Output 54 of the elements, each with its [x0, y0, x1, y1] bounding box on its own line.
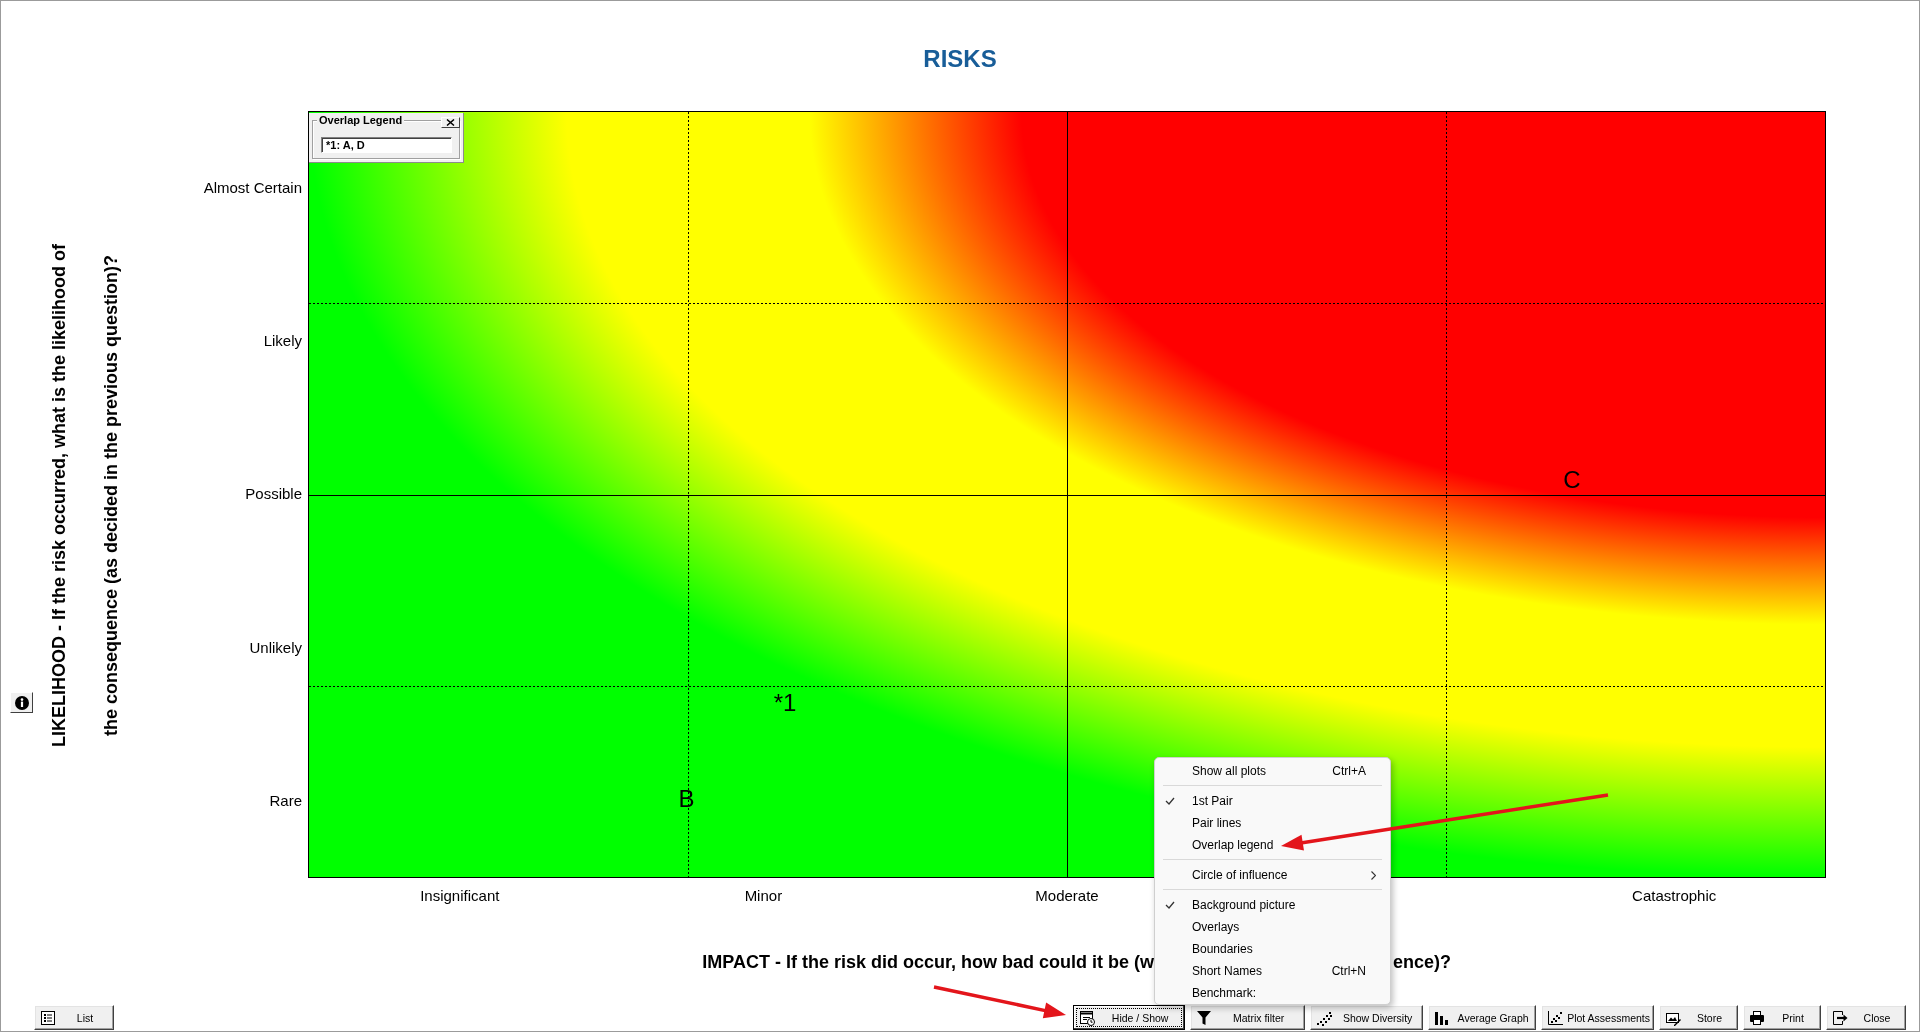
menu-item[interactable]: Background picture [1159, 894, 1386, 916]
plot-point-label: C [1563, 466, 1581, 493]
x-axis-label: Minor [744, 887, 783, 905]
y-axis-label: Possible [245, 485, 302, 504]
menu-item[interactable]: Overlap legend [1159, 834, 1386, 856]
menu-item[interactable]: Short Names Ctrl+N [1159, 960, 1386, 982]
scatter-plot-icon [1316, 1009, 1333, 1026]
list-icon [40, 1009, 56, 1026]
exit-icon [1832, 1009, 1848, 1026]
y-axis-label: Likely [263, 332, 302, 351]
menu-item[interactable]: Boundaries [1159, 938, 1386, 960]
shortcut-label: Ctrl+A [1331, 764, 1366, 778]
x-axis-label: Catastrophic [1632, 887, 1717, 905]
toolbar-button[interactable]: Show Diversity [1310, 1005, 1424, 1030]
menu-item[interactable]: Circle of influence [1159, 864, 1386, 886]
chevron-right-icon [1371, 871, 1376, 880]
window-clock-icon [1079, 1009, 1096, 1026]
menu-item[interactable]: Pair lines [1159, 812, 1386, 834]
menu-item[interactable]: 1st Pair [1159, 790, 1386, 812]
bar-chart-icon [1434, 1009, 1451, 1026]
close-button[interactable] [441, 117, 460, 128]
close-icon [446, 119, 455, 126]
legend-title: Overlap Legend [317, 113, 405, 127]
y-axis-label: Unlikely [249, 638, 302, 657]
check-icon [1165, 901, 1175, 909]
y-axis-title: LIKELIHOOD - If the risk occurred, what is the likelihood of the consequence (as decided in the previous question)? [48, 241, 122, 749]
plot-point-label: *1 [773, 689, 797, 716]
toolbar-button[interactable]: Hide / Show [1073, 1005, 1186, 1030]
x-axis-title: ence)? [1393, 951, 1452, 973]
menu-item[interactable]: Overlays [1159, 916, 1386, 938]
shortcut-label: Ctrl+N [1330, 964, 1366, 978]
toolbar-button[interactable]: Store [1659, 1005, 1738, 1030]
info-icon [14, 695, 29, 710]
menu-item[interactable]: Show all plots Ctrl+A [1159, 760, 1386, 782]
funnel-icon [1196, 1009, 1213, 1026]
toolbar-button[interactable]: Print [1743, 1005, 1821, 1030]
menu-item[interactable]: Benchmark: [1159, 982, 1386, 1004]
toolbar-button[interactable]: List [34, 1005, 114, 1030]
toolbar-button[interactable]: Average Graph [1428, 1005, 1537, 1030]
chart-title: RISKS [923, 45, 997, 73]
printer-icon [1749, 1009, 1765, 1026]
scatter-chart-icon [1547, 1009, 1564, 1026]
plot-point-label: B [678, 785, 695, 812]
legend-entry[interactable]: *1: A, D [326, 139, 365, 151]
x-axis-title: IMPACT - If the risk did occur, how bad could it be (w [702, 951, 1154, 973]
check-icon [1165, 797, 1175, 805]
y-axis-label: Rare [269, 792, 302, 811]
info-button[interactable] [10, 692, 33, 713]
toolbar-button[interactable]: Matrix filter [1190, 1005, 1306, 1030]
y-axis-label: Almost Certain [203, 178, 302, 197]
toolbar-button[interactable]: Close [1826, 1005, 1906, 1030]
x-axis-label: Insignificant [420, 887, 500, 905]
toolbar-button[interactable]: Plot Assessments [1541, 1005, 1654, 1030]
x-axis-label: Moderate [1035, 887, 1099, 905]
